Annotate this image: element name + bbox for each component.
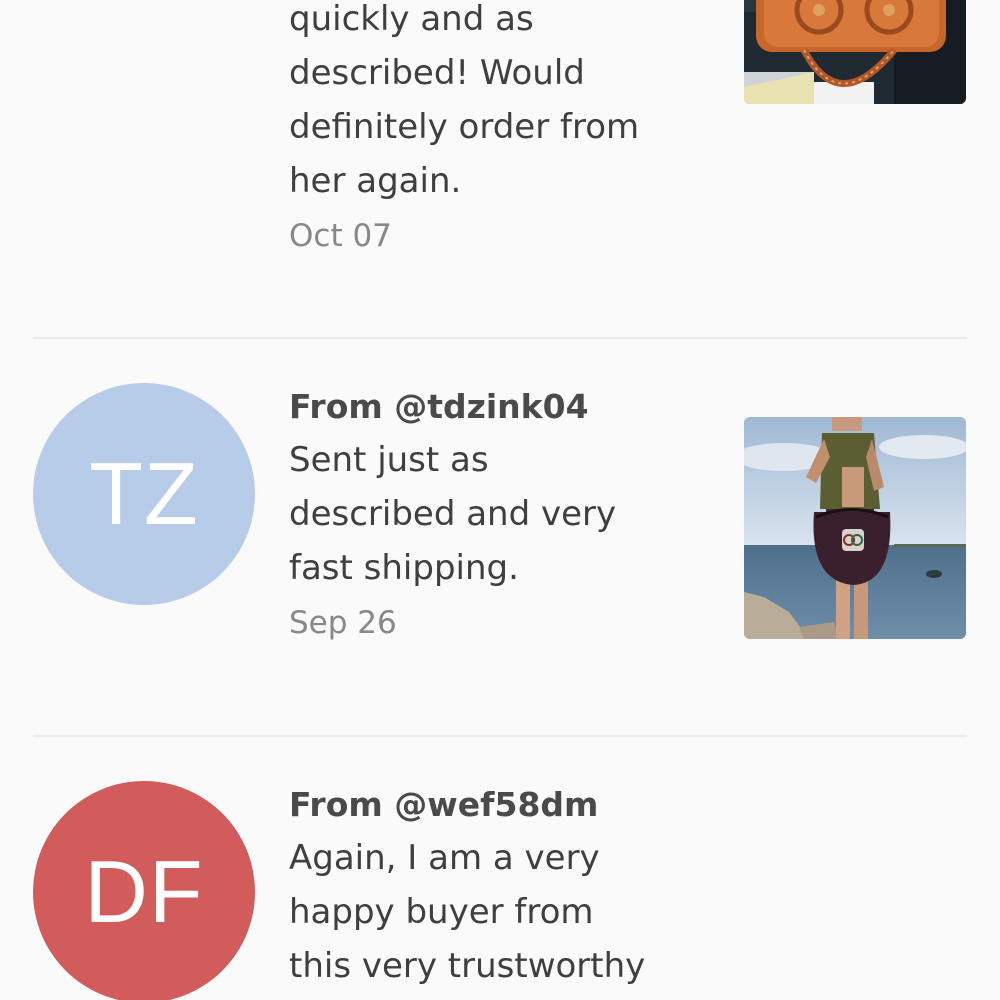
review-date: Oct 07 (289, 218, 392, 254)
review-photo[interactable] (744, 417, 966, 639)
review-author[interactable]: From @wef58dm (289, 785, 709, 825)
review-text-line: Again, I am a very (289, 838, 600, 878)
review-content: From @wef58dm Again, I am a very happy b… (289, 785, 709, 993)
avatar[interactable]: TZ (33, 383, 255, 605)
review-text-line: quickly and as (289, 0, 534, 39)
review-text-line: her again. (289, 161, 462, 201)
review-item: TZ From @tdzink04 Sent just as described… (0, 339, 1000, 735)
review-date: Sep 26 (289, 605, 397, 641)
review-author[interactable]: From @tdzink04 (289, 387, 709, 427)
review-text: quickly and as described! Would definite… (289, 0, 709, 208)
review-text-line: this very trustworthy (289, 946, 646, 986)
avatar[interactable]: DF (33, 781, 255, 1000)
review-text-line: happy buyer from (289, 892, 594, 932)
review-text-line: definitely order from (289, 107, 640, 147)
beach-handbag-image (744, 417, 966, 639)
review-text-line: described and very (289, 494, 617, 534)
review-content: From @tdzink04 Sent just as described an… (289, 387, 709, 643)
avatar-initials: TZ (89, 444, 199, 543)
review-item: DF From @wef58dm Again, I am a very happ… (0, 737, 1000, 1000)
orange-handbag-image (744, 0, 966, 104)
review-text-line: described! Would (289, 53, 585, 93)
reviews-page: quickly and as described! Would definite… (0, 0, 1000, 1000)
review-item: quickly and as described! Would definite… (0, 0, 1000, 338)
review-text-line: Sent just as (289, 440, 489, 480)
review-text: Again, I am a very happy buyer from this… (289, 831, 709, 993)
avatar-initials: DF (84, 842, 204, 941)
review-text: Sent just as described and very fast shi… (289, 433, 709, 595)
review-photo[interactable] (744, 0, 966, 104)
review-text-line: fast shipping. (289, 548, 519, 588)
review-content: quickly and as described! Would definite… (289, 0, 709, 256)
